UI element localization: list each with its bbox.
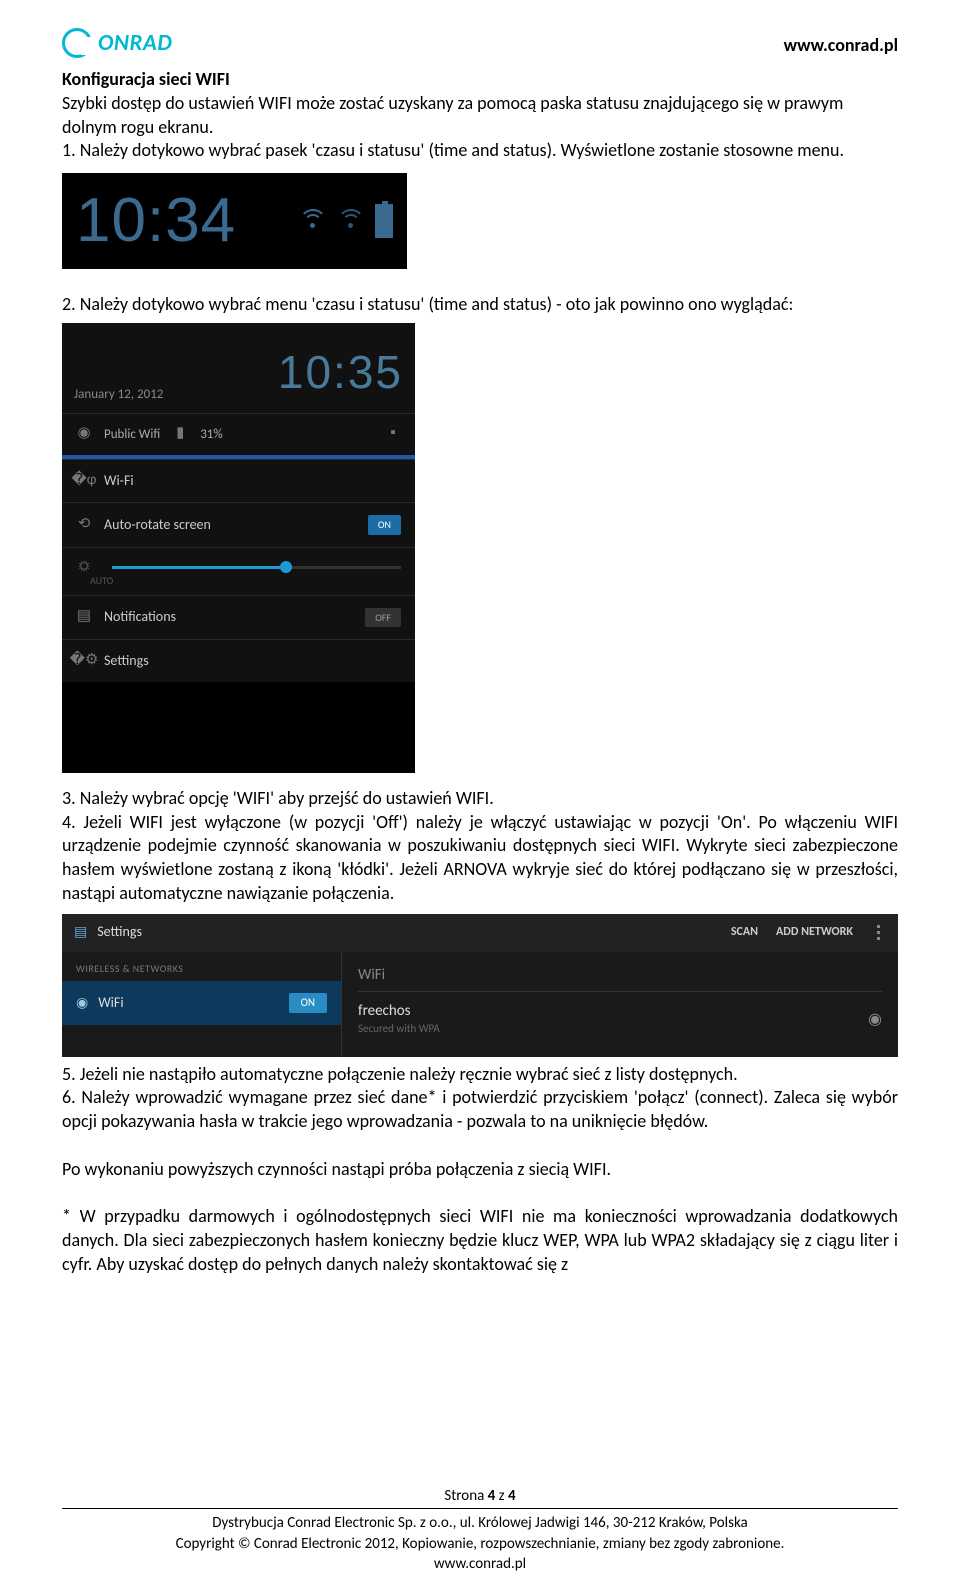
intro-text: Szybki dostęp do ustawień WIFI może zost… [62, 92, 898, 140]
settings-title[interactable]: ▤ Settings [74, 923, 142, 941]
sidebar-wifi-row[interactable]: ◉ WiFi ON [62, 981, 341, 1026]
wifi-icon: ◉ [76, 994, 88, 1012]
wifi-signal-lock-icon: ◉ [868, 1009, 882, 1030]
expand-icon: ▪ [385, 426, 401, 442]
step-4: 4. Jeżeli WIFI jest wyłączone (w pozycji… [62, 811, 898, 906]
after-steps: Po wykonaniu powyższych czynności nastąp… [62, 1158, 898, 1182]
qs-public-wifi: Public Wifi [104, 426, 160, 443]
add-network-button[interactable]: ADD NETWORK [776, 925, 853, 941]
screenshot-quick-settings: January 12, 2012 10:35 ◉ Public Wifi ▮ 3… [62, 323, 415, 773]
step-2: 2. Należy dotykowo wybrać menu 'czasu i … [62, 293, 898, 317]
page-label-b: z [495, 1487, 508, 1505]
status-icons [299, 204, 393, 238]
qs-signal: 31% [200, 426, 222, 443]
footer-divider [62, 1508, 898, 1509]
screenshot-wifi-settings: ▤ Settings SCAN ADD NETWORK WIRELESS & N… [62, 914, 898, 1057]
brightness-slider[interactable] [112, 566, 401, 569]
wifi-icon: ◉ [76, 426, 92, 442]
qs-auto-label: AUTO [90, 574, 415, 587]
detail-header: WiFi [358, 960, 882, 993]
network-security: Secured with WPA [358, 1022, 440, 1037]
battery-icon [375, 204, 393, 238]
page-label-a: Strona [444, 1487, 487, 1505]
page-number: Strona 4 z 4 [62, 1486, 898, 1506]
signal-icon: ▮ [172, 426, 188, 442]
toggle-on[interactable]: ON [368, 515, 401, 534]
qs-top: January 12, 2012 10:35 [62, 323, 415, 413]
step-1: 1. Należy dotykowo wybrać pasek 'czasu i… [62, 139, 898, 163]
settings-titlebar: ▤ Settings SCAN ADD NETWORK [62, 914, 898, 952]
logo-text: ONRAD [98, 29, 172, 57]
settings-title-text: Settings [97, 923, 142, 941]
page-total: 4 [508, 1487, 516, 1505]
status-time: 10:34 [76, 180, 236, 262]
page-footer: Strona 4 z 4 Dystrybucja Conrad Electron… [62, 1486, 898, 1574]
step-5: 5. Jeżeli nie nastąpiło automatyczne poł… [62, 1063, 898, 1087]
qs-bottom-area [62, 682, 415, 772]
document-body: Konfiguracja sieci WIFI Szybki dostęp do… [62, 68, 898, 1276]
footnote-text: * W przypadku darmowych i ogólnodostępny… [62, 1205, 898, 1276]
footer-line-2: Copyright © Conrad Electronic 2012, Kopi… [62, 1534, 898, 1554]
step-3: 3. Należy wybrać opcję 'WIFI' aby przejś… [62, 787, 898, 811]
sidebar-wifi-label: WiFi [98, 994, 123, 1012]
page-header: ONRAD www.conrad.pl [62, 28, 898, 58]
wifi-icon [299, 209, 327, 233]
rotate-icon: ⟲ [76, 517, 92, 533]
qs-settings-row[interactable]: �⚙ Settings [62, 639, 415, 682]
conrad-logo: ONRAD [62, 28, 172, 58]
footer-line-1: Dystrybucja Conrad Electronic Sp. z o.o.… [62, 1513, 898, 1533]
qs-settings-label: Settings [104, 652, 149, 670]
wifi-icon: �φ [76, 473, 92, 489]
qs-notifications-label: Notifications [104, 608, 176, 626]
notifications-icon: ▤ [76, 609, 92, 625]
step-6: 6. Należy wprowadzić wymagane przez sieć… [62, 1086, 898, 1134]
network-row[interactable]: freechos Secured with WPA ◉ [358, 992, 882, 1036]
toggle-off[interactable]: OFF [365, 608, 401, 627]
qs-wifi-row[interactable]: �φ Wi-Fi [62, 459, 415, 502]
header-url: www.conrad.pl [784, 34, 898, 56]
section-title: Konfiguracja sieci WIFI [62, 68, 898, 92]
screenshot-status-bar: 10:34 [62, 173, 407, 269]
qs-notifications-row[interactable]: ▤ Notifications OFF [62, 595, 415, 639]
footer-line-3: www.conrad.pl [62, 1554, 898, 1574]
qs-autorotate-row[interactable]: ⟲ Auto-rotate screen ON [62, 502, 415, 546]
wifi-icon [337, 209, 365, 233]
logo-c-icon [62, 28, 92, 58]
settings-sidebar: WIRELESS & NETWORKS ◉ WiFi ON [62, 952, 342, 1057]
qs-time: 10:35 [278, 342, 403, 403]
settings-icon: �⚙ [76, 653, 92, 669]
qs-wifi-status-row[interactable]: ◉ Public Wifi ▮ 31% ▪ [62, 413, 415, 455]
wifi-toggle-on[interactable]: ON [289, 993, 327, 1014]
qs-wifi-label: Wi-Fi [104, 472, 134, 490]
qs-autorotate-label: Auto-rotate screen [104, 516, 211, 534]
settings-actions: SCAN ADD NETWORK [731, 925, 886, 941]
category-label: WIRELESS & NETWORKS [62, 952, 341, 981]
qs-date: January 12, 2012 [74, 386, 163, 403]
settings-icon: ▤ [74, 923, 87, 941]
settings-body: WIRELESS & NETWORKS ◉ WiFi ON WiFi freec… [62, 952, 898, 1057]
settings-detail: WiFi freechos Secured with WPA ◉ [342, 952, 898, 1057]
network-name: freechos [358, 1002, 440, 1022]
scan-button[interactable]: SCAN [731, 925, 758, 941]
overflow-menu-icon[interactable] [871, 925, 886, 940]
